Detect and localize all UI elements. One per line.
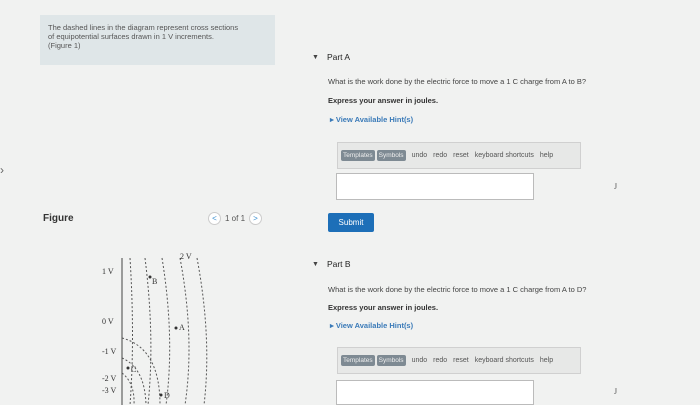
problem-intro: The dashed lines in the diagram represen… bbox=[40, 15, 275, 65]
point-d-label: D bbox=[164, 391, 170, 400]
hint-arrow-icon: ▸ bbox=[330, 115, 334, 124]
part-b-question: What is the work done by the electric fo… bbox=[328, 285, 587, 294]
undo-button[interactable]: undo bbox=[412, 152, 428, 159]
keyboard-shortcuts-button[interactable]: keyboard shortcuts bbox=[475, 152, 534, 159]
next-figure-button[interactable]: > bbox=[249, 212, 263, 225]
redo-button[interactable]: redo bbox=[433, 357, 447, 364]
point-a-label: A bbox=[179, 323, 185, 332]
part-b-instruction: Express your answer in joules. bbox=[328, 303, 439, 312]
equipotential-line-3 bbox=[161, 257, 171, 405]
equipotential-curve-1 bbox=[121, 337, 161, 405]
part-b-hint-label: View Available Hint(s) bbox=[335, 321, 414, 330]
potential-label-neg3v: -3 V bbox=[102, 386, 117, 395]
undo-button[interactable]: undo bbox=[412, 357, 428, 364]
figure-reference: (Figure 1) bbox=[48, 41, 81, 50]
reset-button[interactable]: reset bbox=[453, 357, 469, 364]
part-b-answer-input[interactable] bbox=[336, 380, 534, 405]
redo-button[interactable]: redo bbox=[433, 152, 447, 159]
part-b-header[interactable]: ▼ Part B bbox=[312, 259, 351, 269]
symbols-button[interactable]: Symbols bbox=[376, 150, 406, 161]
equipotential-line-2 bbox=[144, 257, 152, 405]
collapse-triangle-icon: ▼ bbox=[312, 260, 319, 268]
collapse-triangle-icon: ▼ bbox=[312, 53, 319, 61]
potential-label-neg1v: -1 V bbox=[102, 347, 117, 356]
templates-button[interactable]: Templates bbox=[341, 150, 375, 161]
keyboard-shortcuts-button[interactable]: keyboard shortcuts bbox=[475, 357, 534, 364]
potential-label-0v: 0 V bbox=[102, 317, 114, 326]
part-a-header[interactable]: ▼ Part A bbox=[312, 52, 350, 62]
point-a-marker bbox=[174, 326, 178, 330]
part-a-submit-button[interactable]: Submit bbox=[328, 213, 374, 232]
part-b-hint-link[interactable]: ▸ View Available Hint(s) bbox=[330, 321, 413, 330]
intro-line-1: The dashed lines in the diagram represen… bbox=[48, 23, 239, 32]
part-b-unit: J bbox=[614, 387, 618, 396]
part-a-instruction: Express your answer in joules. bbox=[328, 96, 439, 105]
point-d-marker bbox=[159, 393, 163, 397]
intro-line-2: of equipotential surfaces drawn in 1 V i… bbox=[48, 32, 214, 41]
potential-label-neg2v: -2 V bbox=[102, 374, 117, 383]
left-edge-chevron-icon: › bbox=[0, 163, 4, 177]
part-a-question: What is the work done by the electric fo… bbox=[328, 77, 587, 86]
templates-button[interactable]: Templates bbox=[341, 355, 375, 366]
part-a-math-toolbar: Templates Symbols undo redo reset keyboa… bbox=[337, 142, 581, 169]
part-b-math-toolbar: Templates Symbols undo redo reset keyboa… bbox=[337, 347, 581, 374]
point-c-marker bbox=[126, 366, 130, 370]
symbols-button[interactable]: Symbols bbox=[376, 355, 406, 366]
potential-label-2v: 2 V bbox=[180, 252, 192, 261]
point-b-label: B bbox=[152, 277, 157, 286]
hint-arrow-icon: ▸ bbox=[330, 321, 334, 330]
reset-button[interactable]: reset bbox=[453, 152, 469, 159]
part-a-title: Part A bbox=[326, 52, 351, 62]
equipotential-line-5 bbox=[196, 257, 208, 405]
figure-label: Figure bbox=[43, 213, 74, 224]
point-c-label: C bbox=[131, 365, 136, 374]
part-a-unit: J bbox=[614, 182, 618, 191]
pager-text: 1 of 1 bbox=[225, 214, 246, 223]
part-a-answer-input[interactable] bbox=[336, 173, 534, 200]
help-button[interactable]: help bbox=[540, 152, 553, 159]
part-b-title: Part B bbox=[326, 259, 351, 269]
potential-label-1v: 1 V bbox=[102, 267, 114, 276]
equipotential-curve-3 bbox=[121, 372, 135, 405]
equipotential-diagram: 1 V 0 V -1 V -2 V -3 V 2 V B A C D bbox=[102, 252, 208, 405]
figure-pager: < 1 of 1 > bbox=[208, 212, 263, 225]
help-button[interactable]: help bbox=[540, 357, 553, 364]
part-a-hint-label: View Available Hint(s) bbox=[335, 115, 414, 124]
part-a-hint-link[interactable]: ▸ View Available Hint(s) bbox=[330, 115, 413, 124]
prev-figure-button[interactable]: < bbox=[208, 212, 221, 225]
